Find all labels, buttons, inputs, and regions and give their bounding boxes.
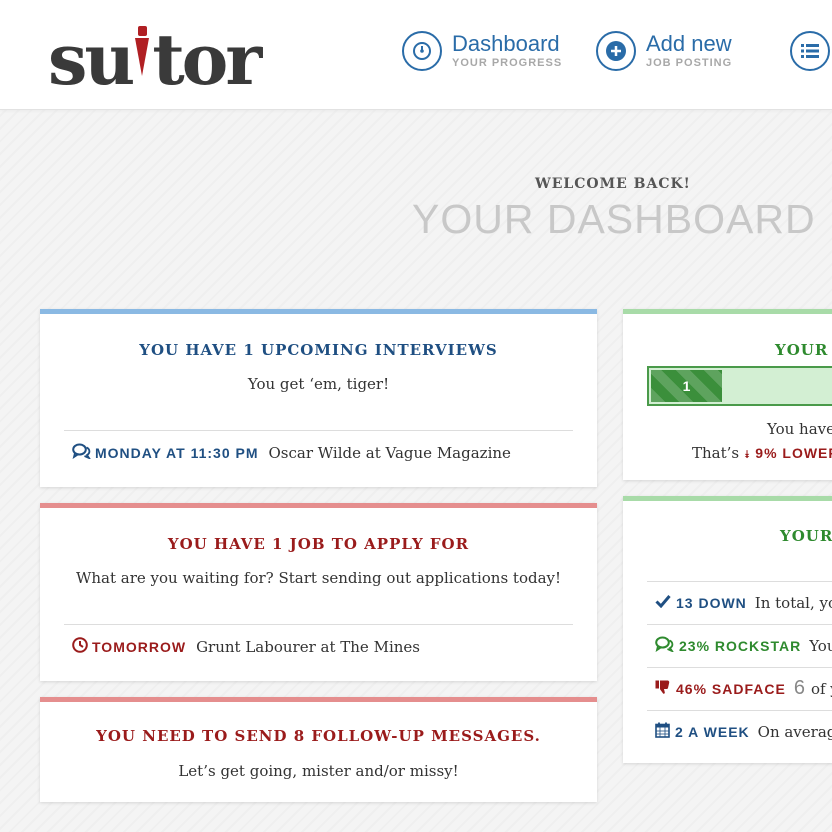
suitor-logo[interactable]: su tor [48,18,262,101]
stat-text-sadface: of y [810,679,832,698]
thumbs-down-icon [655,679,671,699]
stat-text-rockstar: You [809,636,832,655]
stat-tag-total: 13 DOWN [676,594,747,611]
job-detail: Grunt Labourer at The Mines [196,637,420,656]
clock-icon [72,636,88,657]
stat-text-total: In total, yo [754,593,832,612]
progress-line-2-prefix: That’s [692,444,740,462]
jobs-card: YOU HAVE 1 JOB TO APPLY FOR What are you… [40,503,597,681]
followups-card-text: Let’s get going, mister and/or missy! [178,762,459,780]
chat-bubbles-icon [655,636,675,656]
interview-detail: Oscar Wilde at Vague Magazine [268,443,511,462]
followups-card: YOU NEED TO SEND 8 FOLLOW-UP MESSAGES. L… [40,697,597,802]
interviews-card: YOU HAVE 1 UPCOMING INTERVIEWS You get ‘… [40,309,597,487]
nav-add-job-subtitle: JOB POSTING [646,57,733,69]
top-header: su tor Dashboard YOUR PROGRESS Add new JO… [0,0,832,110]
page-title: YOUR DASHBOARD [412,196,816,242]
plus-icon [596,31,636,71]
checkmark-icon [655,593,671,612]
nav-dashboard-subtitle: YOUR PROGRESS [452,57,563,69]
jobs-card-title: YOU HAVE 1 JOB TO APPLY FOR [167,535,470,553]
nav-add-job-title: Add new [646,31,732,56]
stat-text-weekly: On averag [757,722,832,741]
jobs-card-text: What are you waiting for? Start sending … [75,569,562,587]
progress-line-2-highlight: 9% LOWEF [755,445,832,461]
interview-time: MONDAY AT 11:30 PM [95,444,259,461]
chat-bubbles-icon [72,443,92,463]
logo-text-start: su [48,18,135,101]
stat-tag-rockstar: 23% ROCKSTAR [679,637,802,654]
job-deadline: TOMORROW [92,638,187,655]
interviews-card-text: You get ‘em, tiger! [247,375,390,393]
necktie-icon [133,26,151,86]
progress-line-1: You have [767,420,832,438]
stat-tag-weekly: 2 A WEEK [675,723,750,740]
stats-card: YOUR 13 DOWN In total, yo 23% ROCKSTAR Y… [623,496,832,763]
stat-row-sadface: 46% SADFACE 6 of y [647,667,832,709]
stat-row-rockstar: 23% ROCKSTAR You [647,624,832,666]
job-entry[interactable]: TOMORROW Grunt Labourer at The Mines [64,624,573,668]
nav-list[interactable] [790,30,830,72]
followups-card-title: YOU NEED TO SEND 8 FOLLOW-UP MESSAGES. [96,727,541,745]
dashboard-gauge-icon [402,31,442,71]
stat-row-weekly: 2 A WEEK On averag [647,710,832,752]
stat-number-sadface: 6 [793,677,805,699]
interviews-card-title: YOU HAVE 1 UPCOMING INTERVIEWS [139,341,498,359]
stat-tag-sadface: 46% SADFACE [676,680,786,697]
logo-text-end: tor [152,18,262,101]
interview-entry[interactable]: MONDAY AT 11:30 PM Oscar Wilde at Vague … [64,430,573,474]
progress-line-2: That’s ⯯ 9% LOWEF [692,444,832,462]
calendar-icon [655,722,670,742]
progress-card-title: YOUR I [775,341,832,359]
nav-dashboard-title: Dashboard [452,31,560,56]
nav-add-job[interactable]: Add new JOB POSTING [596,30,732,72]
stats-card-title: YOUR [780,527,832,545]
progress-bar-fill: 1 [651,370,723,402]
list-icon [790,31,830,71]
progress-bar: 1 [647,366,832,406]
progress-card: YOUR I 1 You have That’s ⯯ 9% LOWEF [623,309,832,480]
double-chevron-down-icon: ⯯ [743,448,751,461]
welcome-text: WELCOME BACK! [535,176,691,192]
nav-dashboard[interactable]: Dashboard YOUR PROGRESS [402,30,562,72]
stat-row-total: 13 DOWN In total, yo [647,581,832,623]
